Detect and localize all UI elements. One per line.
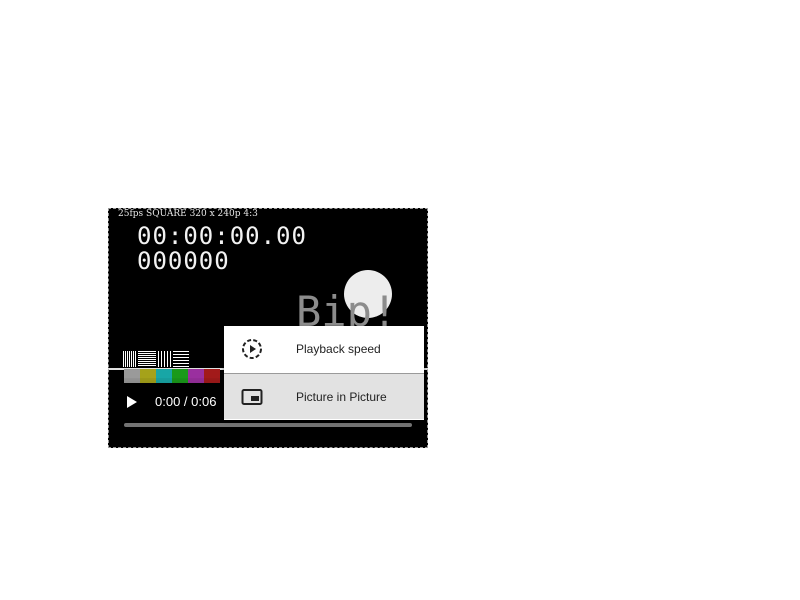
video-format-overlay: 25fps SQUARE 320 x 240p 4:3	[118, 209, 258, 219]
player-context-menu: Playback speed Picture in Picture	[224, 326, 424, 420]
timecode-text: 00:00:00.00	[137, 222, 307, 250]
progress-bar[interactable]	[124, 423, 412, 427]
play-button[interactable]	[122, 392, 142, 412]
menu-item-label: Playback speed	[296, 342, 381, 356]
resolution-test-pattern	[123, 351, 189, 367]
play-icon	[127, 396, 137, 408]
picture-in-picture-icon	[240, 385, 264, 409]
playback-speed-icon	[240, 337, 264, 361]
time-display: 0:00 / 0:06	[155, 394, 217, 409]
menu-item-picture-in-picture[interactable]: Picture in Picture	[224, 373, 424, 419]
menu-item-playback-speed[interactable]: Playback speed	[224, 326, 424, 372]
frame-counter-text: 000000	[137, 247, 230, 275]
video-timecode-overlay: 00:00:00.00 000000	[137, 224, 307, 274]
menu-item-label: Picture in Picture	[296, 389, 387, 404]
